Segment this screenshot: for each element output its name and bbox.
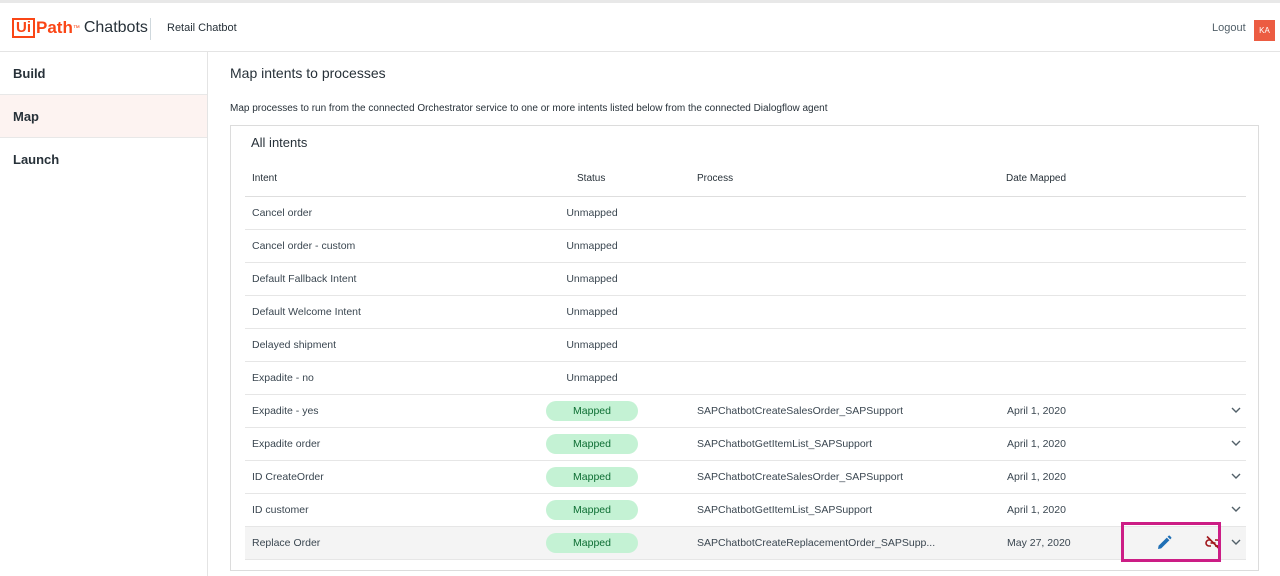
logout-link[interactable]: Logout <box>1212 22 1246 34</box>
status-badge-mapped: Mapped <box>546 401 638 421</box>
app-name: Retail Chatbot <box>167 22 237 34</box>
column-header-date-mapped[interactable]: Date Mapped <box>1006 173 1066 184</box>
logo-product-name: Chatbots <box>83 19 148 36</box>
table-row[interactable]: Delayed shipment Unmapped <box>245 329 1246 362</box>
chevron-down-icon[interactable] <box>1229 535 1243 549</box>
unlink-icon[interactable] <box>1204 534 1222 552</box>
column-header-status[interactable]: Status <box>577 173 605 184</box>
status-badge-mapped: Mapped <box>546 500 638 520</box>
date-mapped: May 27, 2020 <box>1007 537 1071 549</box>
chevron-down-icon[interactable] <box>1229 403 1243 417</box>
status-text: Unmapped <box>566 339 618 351</box>
intent-name: ID CreateOrder <box>252 471 324 483</box>
intent-name: Expadite order <box>252 438 321 450</box>
page-title: Map intents to processes <box>230 65 386 81</box>
intent-name: Default Welcome Intent <box>252 306 361 318</box>
chevron-down-icon[interactable] <box>1229 502 1243 516</box>
table-row-hovered[interactable]: Replace Order Mapped SAPChatbotCreateRep… <box>245 527 1246 560</box>
logo-ui-box: Ui <box>12 18 35 38</box>
status-text: Unmapped <box>566 372 618 384</box>
sidebar-item-build[interactable]: Build <box>0 52 207 95</box>
intent-name: Expadite - yes <box>252 405 319 417</box>
table-row[interactable]: Cancel order Unmapped <box>245 197 1246 230</box>
date-mapped: April 1, 2020 <box>1007 504 1066 516</box>
table-row[interactable]: Cancel order - custom Unmapped <box>245 230 1246 263</box>
intent-name: Cancel order <box>252 207 313 219</box>
header-divider <box>150 18 151 40</box>
card-title: All intents <box>251 135 308 150</box>
date-mapped: April 1, 2020 <box>1007 471 1066 483</box>
status-text: Unmapped <box>566 240 618 252</box>
table-header: Intent Status Process Date Mapped <box>245 161 1246 197</box>
logo-trademark: ™ <box>72 24 80 32</box>
intent-name: Delayed shipment <box>252 339 337 351</box>
table-row[interactable]: Expadite - yes Mapped SAPChatbotCreateSa… <box>245 395 1246 428</box>
status-text: Unmapped <box>566 273 618 285</box>
column-header-process[interactable]: Process <box>697 173 733 184</box>
sidebar: Build Map Launch <box>0 52 208 576</box>
date-mapped: April 1, 2020 <box>1007 438 1066 450</box>
sidebar-item-map[interactable]: Map <box>0 95 207 138</box>
status-badge-mapped: Mapped <box>546 533 638 553</box>
column-header-intent[interactable]: Intent <box>252 173 277 184</box>
uipath-logo[interactable]: Ui Path ™ Chatbots <box>12 17 148 39</box>
table-body: Cancel order Unmapped Cancel order - cus… <box>245 197 1246 560</box>
pencil-icon[interactable] <box>1155 534 1173 552</box>
table-row[interactable]: Default Welcome Intent Unmapped <box>245 296 1246 329</box>
app-header: Ui Path ™ Chatbots Retail Chatbot Logout… <box>0 0 1280 52</box>
table-row[interactable]: ID CreateOrder Mapped SAPChatbotCreateSa… <box>245 461 1246 494</box>
process-name: SAPChatbotGetItemList_SAPSupport <box>697 438 873 450</box>
process-name: SAPChatbotCreateReplacementOrder_SAPSupp… <box>697 537 936 549</box>
status-badge-mapped: Mapped <box>546 467 638 487</box>
intent-name: Cancel order - custom <box>252 240 356 252</box>
table-row[interactable]: Expadite - no Unmapped <box>245 362 1246 395</box>
intents-card: All intents Intent Status Process Date M… <box>230 125 1259 571</box>
intent-name: ID customer <box>252 504 309 516</box>
process-name: SAPChatbotGetItemList_SAPSupport <box>697 504 873 516</box>
user-avatar[interactable]: KA <box>1254 20 1275 41</box>
page-description: Map processes to run from the connected … <box>230 103 828 114</box>
intent-name: Expadite - no <box>252 372 314 384</box>
intent-name: Default Fallback Intent <box>252 273 357 285</box>
intent-name: Replace Order <box>252 537 321 549</box>
table-row[interactable]: Expadite order Mapped SAPChatbotGetItemL… <box>245 428 1246 461</box>
chevron-down-icon[interactable] <box>1229 436 1243 450</box>
process-name: SAPChatbotCreateSalesOrder_SAPSupport <box>697 471 904 483</box>
status-badge-mapped: Mapped <box>546 434 638 454</box>
status-text: Unmapped <box>566 207 618 219</box>
date-mapped: April 1, 2020 <box>1007 405 1066 417</box>
chevron-down-icon[interactable] <box>1229 469 1243 483</box>
table-row[interactable]: Default Fallback Intent Unmapped <box>245 263 1246 296</box>
table-row[interactable]: ID customer Mapped SAPChatbotGetItemList… <box>245 494 1246 527</box>
status-text: Unmapped <box>566 306 618 318</box>
logo-path-text: Path <box>36 18 73 37</box>
sidebar-item-launch[interactable]: Launch <box>0 138 207 181</box>
process-name: SAPChatbotCreateSalesOrder_SAPSupport <box>697 405 904 417</box>
